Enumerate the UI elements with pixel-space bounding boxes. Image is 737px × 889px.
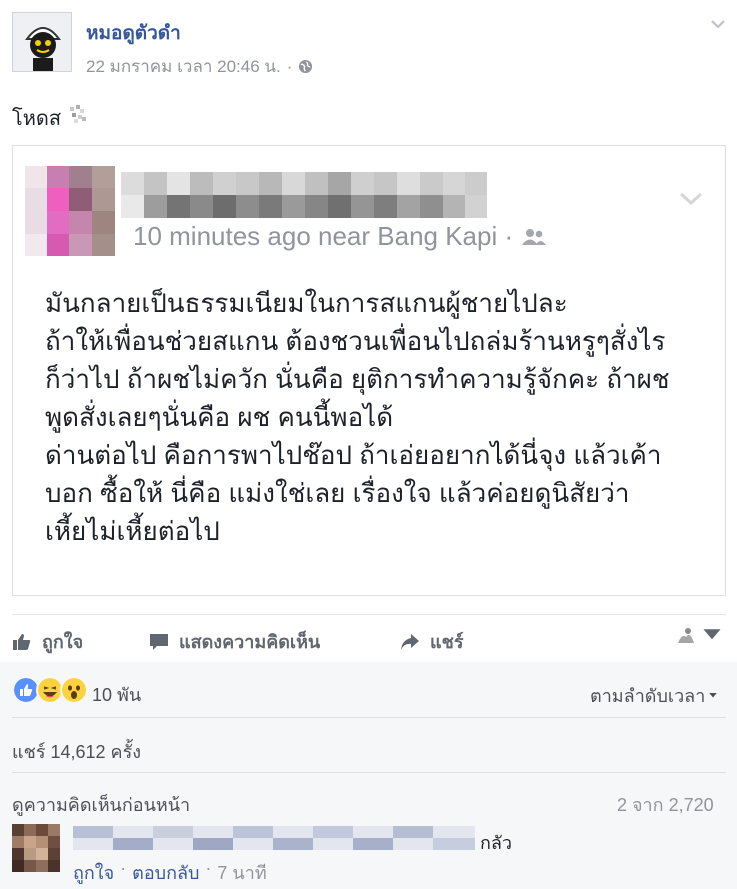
- avatar-illustration: [13, 13, 71, 71]
- like-icon: [13, 633, 31, 650]
- reaction-count[interactable]: 10 พัน: [92, 680, 141, 709]
- shared-post-line: พูดสั่งเลยๆนั่นคือ ผช คนนี้พอได้: [45, 402, 394, 432]
- chevron-down-icon: [703, 629, 721, 640]
- shared-post-line: เหี้ยไม่เหี้ยต่อไป: [45, 516, 220, 546]
- commenter-avatar-pixelated[interactable]: [12, 824, 60, 872]
- comment-dot: ·: [205, 858, 212, 878]
- comment-time[interactable]: 7 นาที: [217, 858, 266, 887]
- shared-author-name-pixelated: [121, 172, 487, 218]
- comment-button[interactable]: แสดงความคิดเห็น: [149, 627, 320, 656]
- pixelated-emoji: [70, 105, 86, 123]
- share-label: แชร์: [430, 632, 464, 652]
- shared-post-meta: 10 minutes ago near Bang Kapi ·: [133, 221, 547, 252]
- meta-separator: ·: [286, 56, 293, 76]
- share-button[interactable]: แชร์: [400, 627, 464, 656]
- comment-reply-link[interactable]: ตอบกลับ: [132, 858, 199, 887]
- friends-icon: [522, 228, 547, 245]
- view-previous-comments-link[interactable]: ดูความคิดเห็นก่อนหน้า: [12, 790, 190, 819]
- caret-down-icon: [709, 692, 718, 697]
- reaction-icons[interactable]: [12, 676, 88, 704]
- shared-post-line: ด่านต่อไป คือการพาไปช๊อป ถ้าเอ่ยอยากได้น…: [45, 440, 662, 470]
- comment-actions: ถูกใจ · ตอบกลับ · 7 นาที: [73, 858, 267, 887]
- wow-reaction-icon: [60, 676, 88, 704]
- author-name[interactable]: หมอดูตัวดำ: [86, 18, 181, 48]
- divider: [12, 772, 726, 773]
- share-icon: [401, 633, 419, 650]
- sort-label: ตามลำดับเวลา: [590, 686, 706, 706]
- shared-post-meta-text: 10 minutes ago near Bang Kapi ·: [133, 221, 514, 251]
- globe-icon[interactable]: [298, 59, 313, 74]
- post-meta: 22 มกราคม เวลา 20:46 น. ·: [86, 53, 313, 80]
- share-count[interactable]: แชร์ 14,612 ครั้ง: [12, 737, 141, 766]
- comment-text: กลัว: [480, 833, 513, 853]
- shared-post-line: บอก ซื้อให้ นี่คือ แม่งใช่เลย เรื่องใจ แ…: [45, 478, 630, 508]
- like-label: ถูกใจ: [42, 632, 84, 652]
- like-button[interactable]: ถูกใจ: [12, 627, 83, 656]
- shared-post-line: ถ้าให้เพื่อนช่วยสแกน ต้องชวนเพื่อนไปถล่ม…: [45, 326, 666, 356]
- card-chevron-down-icon[interactable]: [677, 188, 705, 208]
- shared-post-body: มันกลายเป็นธรรมเนียมในการสแกนผู้ชายไปละ …: [45, 284, 715, 550]
- user-avatar-icon: [674, 623, 698, 647]
- comment-icon: [150, 633, 168, 650]
- comment-pager: 2 จาก 2,720: [617, 795, 714, 815]
- comment-dot: ·: [120, 858, 127, 878]
- shared-post-card[interactable]: 10 minutes ago near Bang Kapi · มันกลายเ…: [12, 145, 726, 596]
- shared-author-avatar-pixelated: [25, 166, 115, 256]
- shared-post-line: มันกลายเป็นธรรมเนียมในการสแกนผู้ชายไปละ: [45, 288, 568, 318]
- comment-label: แสดงความคิดเห็น: [179, 632, 321, 652]
- react-as-selector[interactable]: [674, 623, 722, 647]
- post-action-bar: ถูกใจ แสดงความคิดเห็น แชร์: [12, 614, 726, 663]
- shared-post-line: ก็ว่าไป ถ้าผชไม่ควัก นั่นคือ ยุติการทำคว…: [45, 364, 670, 394]
- post-text: โหดส: [12, 108, 62, 130]
- commenter-name-pixelated: [73, 826, 475, 850]
- author-avatar[interactable]: [12, 12, 72, 72]
- comment-sort-dropdown[interactable]: ตามลำดับเวลา: [590, 681, 718, 710]
- post-timestamp[interactable]: 22 มกราคม เวลา 20:46 น.: [86, 53, 281, 80]
- comment-like-link[interactable]: ถูกใจ: [73, 858, 114, 887]
- chevron-down-icon[interactable]: [708, 14, 728, 34]
- divider: [12, 717, 726, 718]
